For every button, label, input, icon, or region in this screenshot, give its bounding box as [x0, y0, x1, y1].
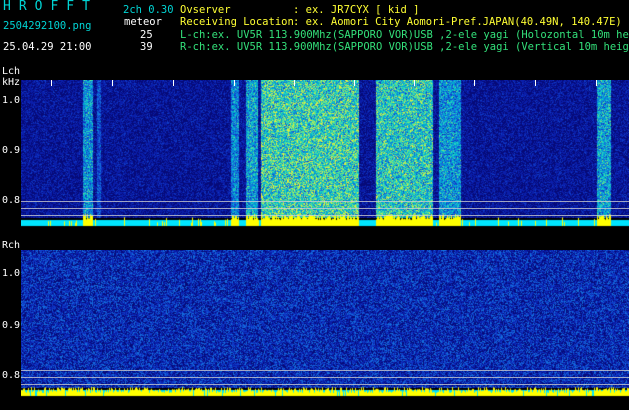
location-label: Receiving Location — [180, 16, 294, 28]
app-brand: HROFFT — [3, 0, 98, 14]
lch-ytick-3: 0.8 — [2, 195, 21, 206]
lch-guide-line-3 — [21, 215, 629, 216]
mode-label: 2ch 0.30 — [123, 4, 174, 16]
lch-time-tick — [535, 80, 536, 86]
rch-ytick-2: 0.9 — [2, 320, 21, 331]
rch-guide-line-3 — [21, 384, 629, 385]
date-time: 25.04.29 21:00 — [3, 41, 92, 53]
lch-guide-line-2 — [21, 208, 629, 209]
lch-unit: kHz — [2, 77, 21, 88]
observer-value: : ex. JR7CYX [ kid ] — [293, 4, 420, 16]
rch-guide-line-2 — [21, 377, 629, 378]
rch-label: Rch — [2, 240, 21, 251]
lch-waterfall-canvas — [21, 80, 629, 232]
lch-label: Lch — [2, 66, 21, 77]
lch-time-tick — [294, 80, 295, 86]
rch-info: R-ch:ex. UV5R 113.900Mhz(SAPPORO VOR)USB… — [180, 41, 629, 53]
observer-label: Ovserver — [180, 4, 231, 16]
meteor-count-l: 25 — [140, 29, 153, 41]
rch-ytick-3: 0.8 — [2, 370, 21, 381]
lch-time-tick — [234, 80, 235, 86]
lch-spectrogram — [21, 80, 629, 232]
rch-ytick-1: 1.0 — [2, 268, 21, 279]
lch-time-tick — [354, 80, 355, 86]
lch-time-tick — [173, 80, 174, 86]
meteor-label: meteor — [124, 16, 162, 28]
lch-ytick-2: 0.9 — [2, 145, 21, 156]
lch-time-tick — [596, 80, 597, 86]
meteor-count-r: 39 — [140, 41, 153, 53]
rch-guide-line-1 — [21, 370, 629, 371]
location-value: : ex. Aomori City Aomori-Pref.JAPAN(40.4… — [293, 16, 622, 28]
file-name: 2504292100.png — [3, 20, 92, 32]
lch-info: L-ch:ex. UV5R 113.900Mhz(SAPPORO VOR)USB… — [180, 29, 629, 41]
lch-time-tick — [51, 80, 52, 86]
lch-time-tick — [112, 80, 113, 86]
rch-waterfall-canvas — [21, 250, 629, 402]
lch-guide-line-1 — [21, 201, 629, 202]
lch-time-tick — [414, 80, 415, 86]
lch-ytick-1: 1.0 — [2, 95, 21, 106]
lch-time-tick — [474, 80, 475, 86]
rch-spectrogram — [21, 250, 629, 402]
